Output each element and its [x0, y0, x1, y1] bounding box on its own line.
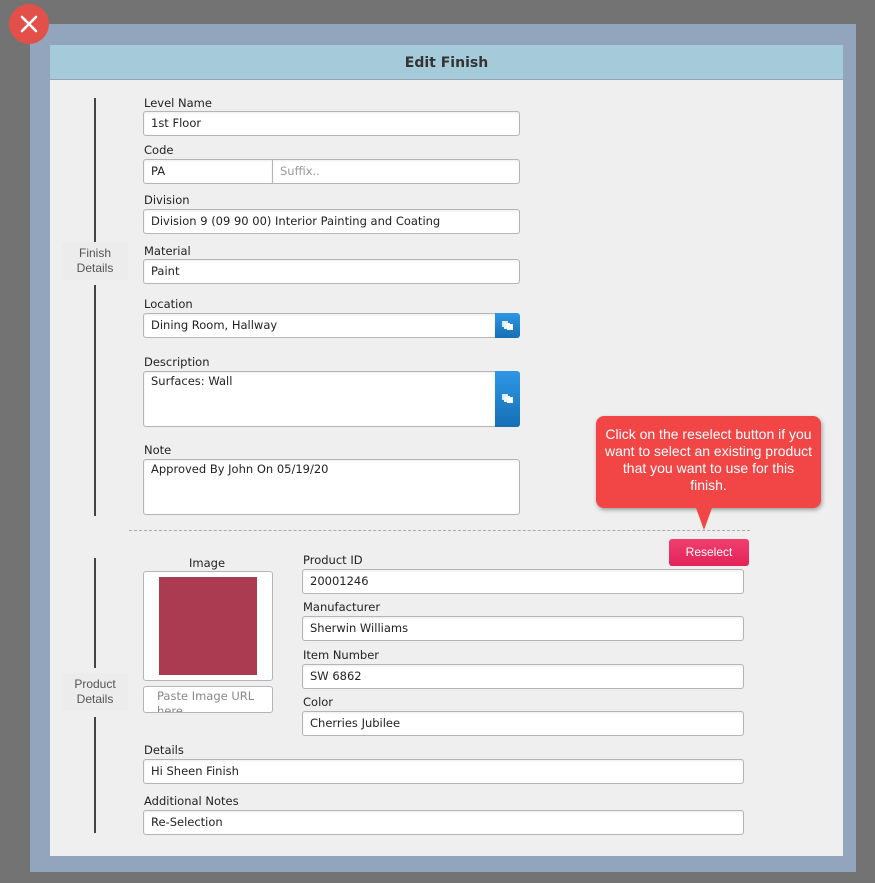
description-label: Description: [144, 355, 210, 369]
location-input[interactable]: Dining Room, Hallway: [143, 313, 496, 338]
product-id-label: Product ID: [303, 553, 363, 567]
color-label: Color: [303, 695, 334, 709]
edit-finish-dialog: Edit Finish Finish Details Level Name 1s…: [50, 45, 843, 856]
level-name-input[interactable]: 1st Floor: [143, 111, 520, 136]
details-label: Details: [144, 743, 184, 757]
reselect-button[interactable]: Reselect: [669, 539, 749, 566]
section-label-line: Finish: [78, 246, 111, 260]
product-id-input[interactable]: 20001246: [302, 569, 744, 594]
product-color-swatch: [159, 577, 257, 675]
section-divider-line: [94, 98, 96, 243]
item-number-label: Item Number: [303, 648, 380, 662]
details-input[interactable]: Hi Sheen Finish: [143, 759, 744, 784]
image-url-input[interactable]: Paste Image URL here: [143, 686, 273, 713]
description-textarea[interactable]: Surfaces: Wall: [143, 371, 496, 427]
code-suffix-input[interactable]: Suffix..: [272, 159, 520, 184]
product-details-section-label: Product Details: [62, 673, 128, 711]
multi-select-icon: [501, 394, 513, 403]
section-label-line: Product: [74, 677, 116, 691]
note-label: Note: [144, 443, 172, 457]
section-divider-line: [94, 717, 96, 833]
close-x-icon: [20, 15, 38, 33]
dialog-title: Edit Finish: [50, 45, 843, 80]
reselect-tooltip: Click on the reselect button if you want…: [596, 416, 821, 530]
item-number-input[interactable]: SW 6862: [302, 664, 744, 689]
division-label: Division: [144, 193, 190, 207]
manufacturer-input[interactable]: Sherwin Williams: [302, 616, 744, 641]
product-image-box[interactable]: [143, 571, 273, 681]
multi-select-icon: [501, 320, 513, 330]
additional-notes-input[interactable]: Re-Selection: [143, 810, 744, 835]
section-divider-line: [94, 285, 96, 516]
description-picker-button[interactable]: [495, 371, 520, 427]
section-label-line: Details: [76, 692, 114, 706]
material-label: Material: [144, 244, 191, 258]
image-label: Image: [189, 556, 226, 570]
close-button[interactable]: [9, 4, 49, 44]
code-label: Code: [144, 143, 174, 157]
section-separator: [129, 530, 750, 531]
manufacturer-label: Manufacturer: [303, 600, 381, 614]
division-input[interactable]: Division 9 (09 90 00) Interior Painting …: [143, 209, 520, 234]
section-label-line: Details: [76, 261, 114, 275]
material-input[interactable]: Paint: [143, 259, 520, 284]
note-textarea[interactable]: Approved By John On 05/19/20: [143, 459, 520, 515]
additional-notes-label: Additional Notes: [144, 794, 239, 808]
finish-details-section-label: Finish Details: [62, 242, 128, 280]
color-input[interactable]: Cherries Jubilee: [302, 711, 744, 736]
location-picker-button[interactable]: [495, 313, 520, 338]
location-label: Location: [144, 297, 193, 311]
section-divider-line: [94, 558, 96, 668]
level-name-label: Level Name: [144, 96, 212, 110]
code-input[interactable]: PA: [143, 159, 273, 184]
